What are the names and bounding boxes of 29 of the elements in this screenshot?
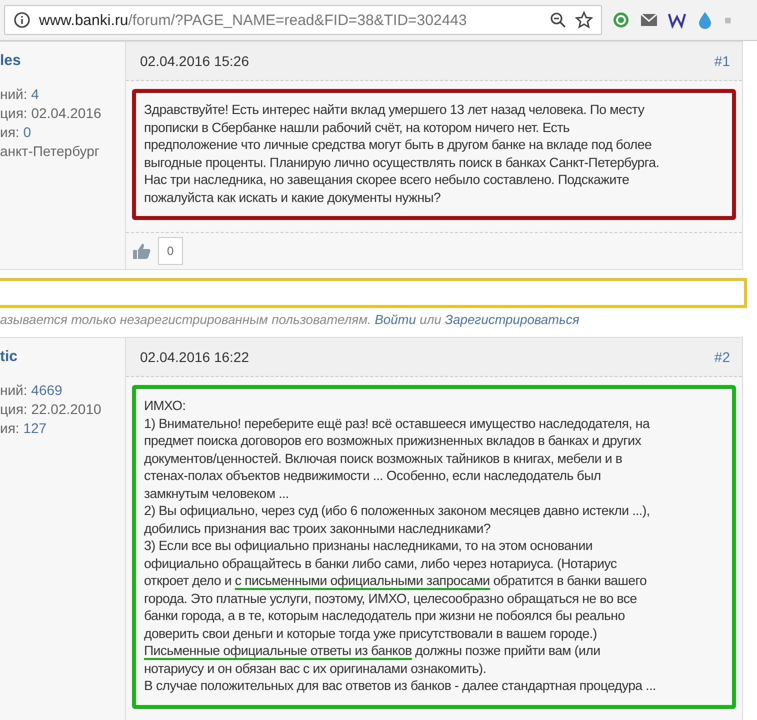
author-stat: ия: 0 — [0, 124, 32, 140]
author-stat: ия: 127 — [0, 420, 48, 436]
notice-text: азывается только незарегистрированным пользователям. Войти или Зарегистрироваться — [0, 312, 580, 327]
url-text: www.banki.ru/forum/?PAGE_NAME=read&FID=38&TID=302443 — [39, 12, 468, 28]
post-text: Здравствуйте! Есть интерес найти вклад умершего 13 лет назад человека. По месту прописки в Сбербанке нашли рабочий счёт, на котором ничего нет. Есть предположение что личные средства могут быть в другом банке на вкладе под более выгодные проценты. Планирую лично осуществлять поиск в банках Санкт-Петербурга. Нас три наследника, но завещания скорее всего небыло составлено. Подскажите пожалуйста как искать и какие документы нужны? — [132, 89, 736, 220]
post-date: 02.04.2016 16:22 — [140, 349, 249, 365]
author-name[interactable]: les — [0, 52, 125, 69]
thumbs-up-icon[interactable] — [132, 242, 152, 260]
address-bar[interactable]: www.banki.ru/forum/?PAGE_NAME=read&FID=38&TID=302443 — [4, 5, 602, 35]
post-number-link[interactable]: #1 — [714, 53, 730, 69]
zoom-out-icon[interactable] — [549, 11, 567, 29]
target-icon[interactable] — [612, 11, 630, 29]
author-stat: ний: 4 — [0, 86, 40, 102]
like-count: 0 — [158, 237, 183, 265]
post-number-link[interactable]: #2 — [714, 349, 730, 365]
author-stat: ция: 22.02.2010 — [0, 401, 102, 417]
login-link[interactable]: Войти — [374, 312, 416, 327]
mail-icon[interactable] — [640, 11, 658, 29]
w-letter-icon[interactable] — [668, 11, 686, 29]
author-stat: ний: 4669 — [0, 382, 64, 398]
post-date: 02.04.2016 15:26 — [140, 53, 249, 69]
star-icon[interactable] — [575, 11, 593, 29]
author-stat: анкт-Петербург — [0, 143, 101, 159]
info-icon[interactable] — [13, 11, 31, 29]
author-name[interactable]: tic — [0, 348, 125, 365]
author-stat: ция: 02.04.2016 — [0, 105, 102, 121]
register-link[interactable]: Зарегистрироваться — [445, 312, 580, 327]
drop-icon[interactable] — [696, 11, 714, 29]
post-text: ИМХО: 1) Внимательно! переберите ещё раз! всё оставшееся имущество наследодателя, на предмет поиска договоров его возможных прижизненных вкладов в банках и других документов/ценностей. Включая поиск возможных тайников в книгах, мебели и в стенах-полах объектов недвижимости ... Особенно, если наследодатель был замкнутым человеком ... 2) Вы официально, через суд (ибо 6 положенных законом месяцев давно истекли ...), добились признания вас троих законными наследниками? 3) Если все вы официально признаны наследниками, то на этом основании официально обращайтесь в банки либо сами, либо через нотариуса. (Нотариус откроет дело и с письменными официальными запросами обратится в банки вашего города. Это платные услуги, поэтому, ИМХО, целесообразно обращаться не во все банки города, а в те, которым наследодатель при жизни не побоялся бы реально доверить свои деньги и которые тогда уже присутствовали в вашем городе.) Письменные официальные ответы из банков должны позже прийти вам (или нотариусу и он обязан вас с их оригиналами ознакомить). В случае положительных для вас ответов из банков - далее стандартная процедура ... — [132, 385, 736, 708]
